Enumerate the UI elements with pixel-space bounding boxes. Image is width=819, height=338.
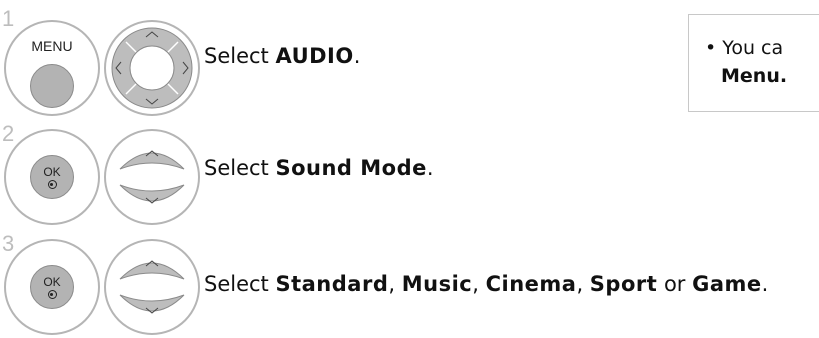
option-standard: Standard <box>275 272 389 296</box>
step-number: 3 <box>2 231 15 256</box>
up-down-arrows-icon <box>119 150 185 204</box>
ok-button-label: OK <box>43 275 61 289</box>
step-number: 2 <box>2 121 15 146</box>
up-down-button[interactable] <box>104 239 200 335</box>
up-down-button[interactable] <box>104 129 200 225</box>
note-line-2: Menu. <box>721 65 788 87</box>
ok-dot-icon <box>47 290 57 299</box>
note-bullet: • <box>705 37 717 59</box>
option-game: Game <box>692 272 762 296</box>
ok-button[interactable]: OK <box>4 129 100 225</box>
menu-button-label: MENU <box>31 38 73 54</box>
separator: , <box>388 272 402 296</box>
instruction-prefix: Select <box>204 156 276 180</box>
or-text: or <box>657 272 693 296</box>
ok-button-label: OK <box>43 165 61 179</box>
option-sport: Sport <box>589 272 658 296</box>
up-down-arrows-icon <box>119 260 185 314</box>
instruction-suffix: . <box>426 156 434 180</box>
option-cinema: Cinema <box>485 272 577 296</box>
instruction-suffix: . <box>761 272 769 296</box>
separator: , <box>576 272 590 296</box>
note-line-1-text: You ca <box>722 37 784 59</box>
menu-target-audio: AUDIO <box>275 44 354 68</box>
note-line-1: • You ca <box>705 37 783 59</box>
menu-button-face <box>30 64 74 108</box>
step-3-instruction: Select Standard, Music, Cinema, Sport or… <box>204 272 768 296</box>
step-1-instruction: Select AUDIO. <box>204 44 360 68</box>
step-2-instruction: Select Sound Mode. <box>204 156 434 180</box>
instruction-prefix: Select <box>204 44 276 68</box>
note-box: • You ca Menu. <box>688 14 819 112</box>
ok-dot-icon <box>47 180 57 189</box>
menu-button[interactable]: MENU <box>4 20 100 116</box>
navigation-pad[interactable] <box>104 20 200 116</box>
ok-button[interactable]: OK <box>4 239 100 335</box>
instruction-prefix: Select <box>204 272 276 296</box>
navigation-pad-icon <box>111 27 193 109</box>
ok-button-face: OK <box>30 155 74 199</box>
menu-target-sound-mode: Sound Mode <box>275 156 427 180</box>
separator: , <box>472 272 486 296</box>
option-music: Music <box>401 272 473 296</box>
ok-button-face: OK <box>30 265 74 309</box>
instruction-suffix: . <box>353 44 361 68</box>
step-number: 1 <box>2 6 15 31</box>
